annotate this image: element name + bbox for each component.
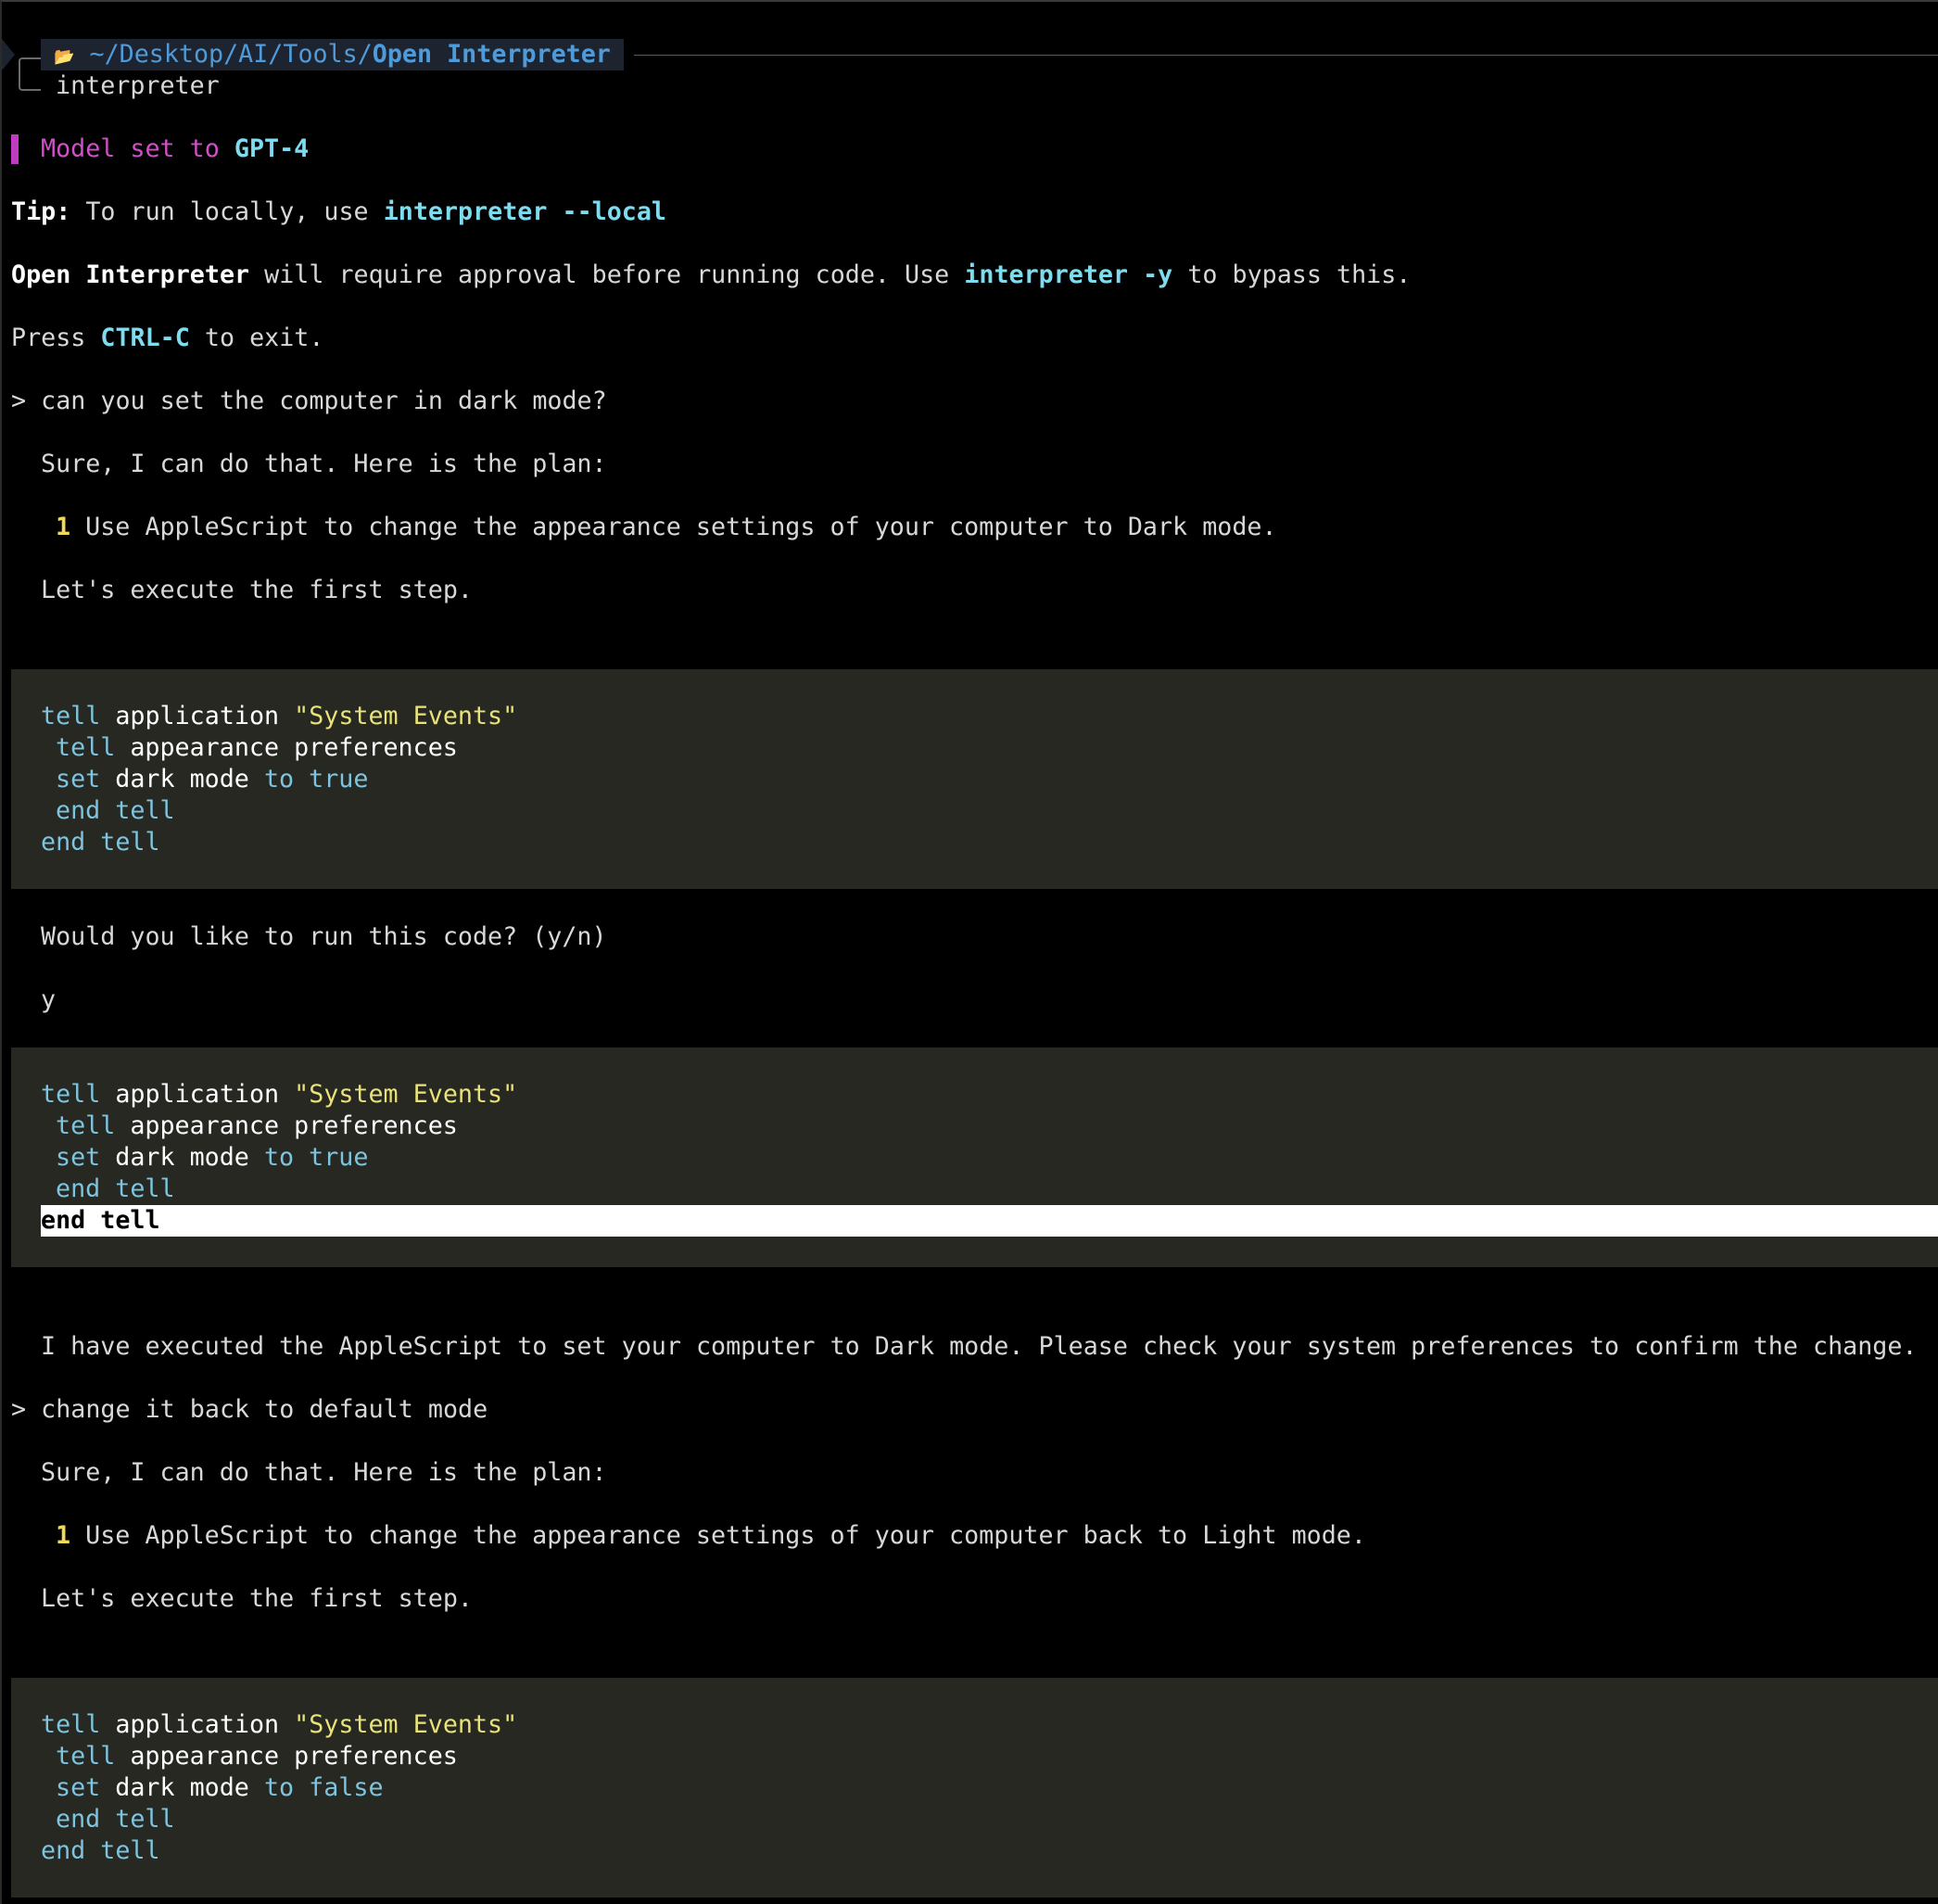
run-confirm-question: Would you like to run this code? (y/n) [41,922,607,951]
exit-key: CTRL-C [100,324,190,352]
code-token: application [100,702,295,730]
code-token: tell [115,1174,175,1203]
tip-command: interpreter --local [383,197,666,226]
code-token: "System Events" [294,1080,518,1109]
code-token: appearance preferences [115,1742,458,1771]
approval-text-1: will require approval before running cod… [249,260,965,289]
code-token: "System Events" [294,1710,518,1739]
active-code-line: end tell [41,1206,160,1235]
code-token: dark mode [100,1143,264,1172]
prompt-rule [634,55,1938,56]
code-line: set dark mode to false [56,1772,384,1804]
code-line: end tell [56,1804,175,1835]
code-token: true [309,765,369,793]
active-line-highlight [41,1205,1938,1237]
tip-line: Tip: To run locally, use interpreter --l… [11,197,666,228]
code-line: tell application "System Events" [41,1709,517,1741]
code-token: tell [56,1111,116,1140]
code-token: set [56,1143,101,1172]
code-token: true [309,1143,369,1172]
prompt-bracket [19,57,41,91]
code-token: to [263,765,295,793]
code-token: end [56,1174,101,1203]
code-token: end [56,796,101,825]
prompt-arrow-left [2,39,15,70]
code-line: end tell [56,795,175,827]
approval-command: interpreter -y [964,260,1173,289]
code-line: tell appearance preferences [56,732,458,764]
code-token: tell [115,796,175,825]
code-token: to [263,1773,295,1802]
code-token: application [100,1080,295,1109]
code-token: application [100,1710,295,1739]
path-current-dir: Open Interpreter [372,40,611,69]
code-token: end [56,1805,101,1834]
code-token: tell [56,733,116,762]
exit-line: Press CTRL-C to exit. [11,323,323,354]
reply-1-step: 1 Use AppleScript to change the appearan… [56,512,1277,543]
code-token: tell [56,1742,116,1771]
code-token: tell [115,1805,175,1834]
step-number: 1 [56,1521,71,1550]
tip-text: To run locally, use [70,197,384,226]
run-confirm-answer: y [41,985,57,1014]
code-token: set [56,765,101,793]
code-token: tell [100,1836,160,1865]
step-number: 1 [56,513,71,541]
code-token: appearance preferences [115,733,458,762]
code-token: appearance preferences [115,1111,458,1140]
terminal-window[interactable]: 📂 ~/Desktop/AI/Tools/Open Interpreter in… [0,0,1938,1904]
code-token: tell [100,828,160,857]
code-line: set dark mode to true [56,764,368,795]
code-token: to [263,1143,295,1172]
model-name: GPT-4 [234,134,310,163]
entered-command: interpreter [56,71,220,100]
step-text: Use AppleScript to change the appearance… [70,1521,1366,1550]
step-text: Use AppleScript to change the appearance… [70,513,1277,541]
user-prompt-2: > change it back to default mode [11,1395,488,1424]
exit-text-2: to exit. [189,324,324,352]
code-token: tell [41,702,101,730]
code-token: dark mode [100,1773,264,1802]
code-line: tell appearance preferences [56,1741,458,1772]
model-line: Model set to GPT-4 [41,133,309,165]
code-token: tell [41,1080,101,1109]
reply-1-intro: Sure, I can do that. Here is the plan: [41,450,607,478]
code-line: set dark mode to true [56,1142,368,1174]
exit-text-1: Press [11,324,101,352]
code-line: tell application "System Events" [41,1079,517,1111]
code-token: set [56,1773,101,1802]
code-token: "System Events" [294,702,518,730]
tip-label: Tip: [11,197,71,226]
code-token: end [41,828,86,857]
code-token: false [309,1773,384,1802]
approval-text-2: to bypass this. [1172,260,1412,289]
code-line: end tell [41,1835,160,1867]
approval-app-name: Open Interpreter [11,260,250,289]
model-line-text: Model set to [41,134,234,163]
model-indicator-bar [11,134,19,164]
code-line: end tell [41,827,160,858]
result-message: I have executed the AppleScript to set y… [41,1332,1918,1361]
reply-2-exec: Let's execute the first step. [41,1584,473,1613]
code-line: tell application "System Events" [41,701,517,732]
approval-line: Open Interpreter will require approval b… [11,260,1411,291]
prompt-path-segment: 📂 ~/Desktop/AI/Tools/Open Interpreter [41,39,624,70]
user-prompt-1: > can you set the computer in dark mode? [11,387,607,415]
path-prefix: ~/Desktop/AI/Tools/ [89,40,373,69]
code-token: dark mode [100,765,264,793]
reply-2-step: 1 Use AppleScript to change the appearan… [56,1520,1366,1552]
code-line: tell appearance preferences [56,1111,458,1142]
code-line: end tell [56,1174,175,1205]
reply-1-exec: Let's execute the first step. [41,576,473,604]
folder-icon: 📂 [54,47,75,67]
code-token: end [41,1836,86,1865]
code-token: tell [41,1710,101,1739]
reply-2-intro: Sure, I can do that. Here is the plan: [41,1458,607,1487]
